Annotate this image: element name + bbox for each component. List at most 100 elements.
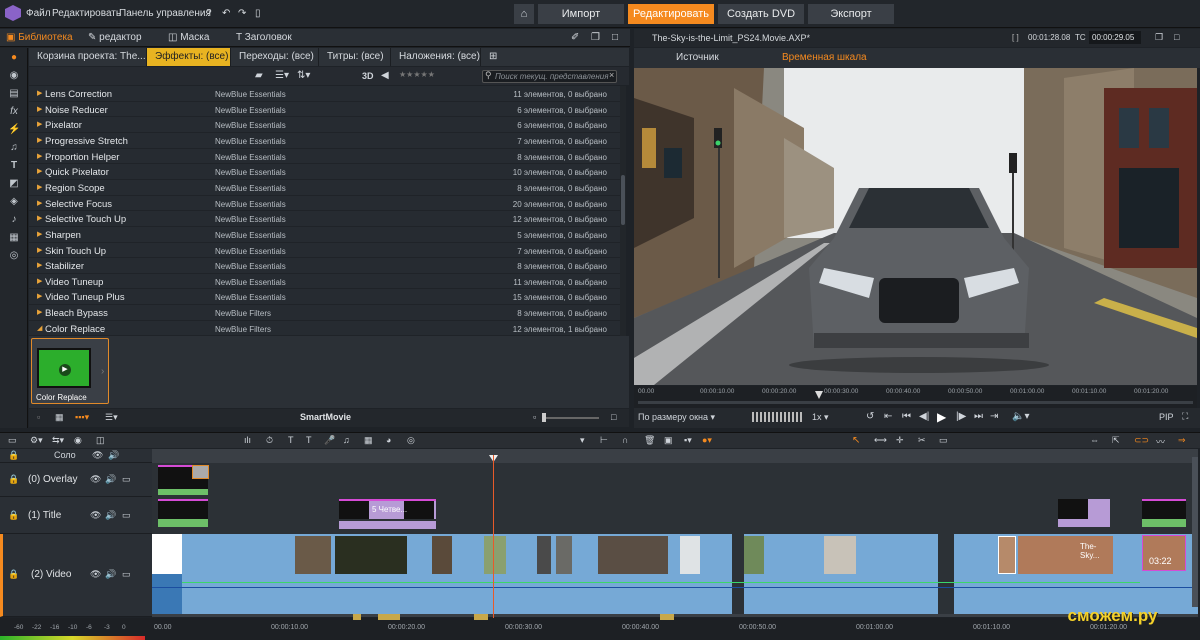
effect-row[interactable]: ▶ Bleach Bypass NewBlue Filters 8 элементов… — [29, 305, 623, 321]
undo-icon[interactable]: ↶ — [222, 8, 230, 19]
storyboard-icon[interactable]: ◫ — [96, 435, 105, 446]
edit-button[interactable]: Редактировать — [628, 4, 714, 24]
visibility-icon[interactable]: 👁 — [90, 510, 101, 521]
visibility-icon[interactable]: 👁 — [90, 474, 101, 485]
marker-3[interactable] — [474, 614, 488, 620]
visibility-icon[interactable]: 👁 — [92, 450, 103, 461]
tab-mask[interactable]: ◫ Маска — [168, 32, 209, 43]
split-icon[interactable]: ✛ — [896, 435, 904, 446]
restore-icon[interactable]: ❐ — [591, 32, 600, 43]
next-frame-icon[interactable]: ⏭ — [974, 411, 983, 422]
video-clip-thumb-4[interactable] — [484, 536, 506, 574]
redo-icon[interactable]: ↷ — [238, 8, 246, 19]
step-back-icon[interactable]: ◀| — [919, 411, 929, 422]
effect-row[interactable]: ▶ Selective Touch Up NewBlue Essentials 12 … — [29, 211, 623, 227]
effect-row[interactable]: ▶ Pixelator NewBlue Essentials 6 элементов,… — [29, 117, 623, 133]
frame-icon[interactable]: ▭ — [939, 435, 948, 446]
motion-icon[interactable]: ◎ — [407, 435, 415, 446]
record-audio-icon[interactable]: ●▾ — [702, 435, 712, 446]
video-clip-thumb-5[interactable] — [537, 536, 551, 574]
monitor-icon[interactable]: ▭ — [122, 569, 131, 580]
audio-icon[interactable]: 🔊 — [105, 510, 116, 521]
zoom-fit-icon[interactable]: ⇔ — [1090, 435, 1099, 445]
effect-row[interactable]: ▶ Region Scope NewBlue Essentials 8 элемент… — [29, 180, 623, 196]
maximize-icon[interactable]: □ — [612, 32, 618, 43]
scissors-icon[interactable]: ✂ — [918, 435, 926, 446]
favorites-icon[interactable]: ● — [8, 52, 20, 64]
track-overlay[interactable]: 🔒 (0) Overlay 👁 🔊 ▭ — [0, 463, 152, 497]
menu-control-panel[interactable]: Панель управления — [119, 8, 211, 19]
chevron-right-icon[interactable]: ▶ — [37, 230, 42, 238]
link-icon[interactable]: ⊂⊃ — [1134, 435, 1149, 446]
3d-filter-button[interactable]: 3D — [362, 71, 374, 81]
new-tab-icon[interactable]: ⊞ — [481, 48, 505, 66]
trim-icon[interactable]: ⟷ — [874, 435, 887, 446]
document-icon[interactable]: ▯ — [255, 8, 261, 19]
speed-dropdown[interactable]: 1x ▾ — [812, 412, 829, 423]
magnet-icon[interactable]: ∩ — [622, 435, 628, 445]
marker-4[interactable] — [660, 614, 674, 620]
effect-row[interactable]: ▶ Sharpen NewBlue Essentials 5 элементов, 0… — [29, 227, 623, 243]
monitor-icon[interactable]: ▭ — [122, 474, 131, 485]
effect-row[interactable]: ▶ Stabilizer NewBlue Essentials 8 элементов… — [29, 258, 623, 274]
details-view-icon[interactable]: ☰▾ — [105, 412, 118, 423]
marker-2[interactable] — [378, 614, 400, 620]
chevron-right-icon[interactable]: ▶ — [37, 120, 42, 128]
audio-wave-icon[interactable]: 〰 — [1156, 435, 1165, 448]
play-icon[interactable]: ▶ — [937, 410, 946, 424]
audio-mixer-icon[interactable]: ılı — [244, 435, 251, 445]
effect-row[interactable]: ▶ Selective Focus NewBlue Essentials 20 эле… — [29, 196, 623, 212]
grid-icon[interactable]: ▦ — [364, 435, 373, 446]
rating-stars[interactable]: ★★★★★ — [399, 70, 435, 79]
overlay-clip-thumb[interactable] — [192, 465, 209, 479]
restore-icon[interactable]: ❐ — [1155, 32, 1163, 43]
effects-icon[interactable]: fx — [8, 106, 20, 118]
fit-dropdown[interactable]: По размеру окна ▾ — [638, 412, 715, 423]
tab-transitions[interactable]: Переходы: (все) — [231, 48, 319, 66]
folder-icon[interactable]: ▰ — [255, 70, 263, 81]
video-clip-thumb-1[interactable] — [295, 536, 331, 574]
maximize-icon[interactable]: □ — [1174, 32, 1179, 42]
lock-icon[interactable]: 🔒 — [8, 450, 19, 461]
video-clip-sky[interactable]: The-Sky... — [1018, 536, 1113, 574]
chevron-right-icon[interactable]: › — [101, 366, 104, 377]
text-icon[interactable]: T — [306, 435, 312, 445]
montage-icon[interactable]: ◩ — [8, 178, 20, 190]
tab-overlays[interactable]: Наложения: (все) — [391, 48, 481, 66]
tab-source[interactable]: Источник — [676, 52, 719, 63]
tab-title[interactable]: T Заголовок — [236, 32, 292, 43]
zoom-out-icon[interactable]: ▫ — [533, 412, 536, 422]
marker-1[interactable] — [353, 614, 361, 620]
chevron-right-icon[interactable]: ▶ — [37, 89, 42, 97]
loop-icon[interactable]: ↺ — [866, 411, 874, 422]
color-icon[interactable]: ◕ — [386, 435, 391, 445]
effect-row[interactable]: ▶ Noise Reducer NewBlue Essentials 6 элемен… — [29, 102, 623, 118]
microphone-icon[interactable]: 🎤 — [324, 435, 335, 446]
visibility-icon[interactable]: 👁 — [90, 569, 101, 580]
chevron-right-icon[interactable]: ▶ — [37, 214, 42, 222]
track-title[interactable]: 🔒 (1) Title 👁 🔊 ▭ — [0, 497, 152, 534]
speed-icon[interactable]: ⏱ — [266, 435, 273, 446]
music-icon[interactable]: ♫ — [8, 142, 20, 154]
prev-frame-icon[interactable]: ⏮ — [902, 411, 911, 422]
transitions-icon[interactable]: ⚡ — [8, 124, 20, 136]
tab-effects[interactable]: Эффекты: (все) × — [147, 48, 231, 80]
smartmovie-button[interactable]: SmartMovie — [300, 412, 351, 422]
title-clip-4[interactable] — [1142, 499, 1186, 519]
volume-envelope[interactable] — [182, 582, 1140, 583]
play-icon[interactable]: ▶ — [59, 364, 71, 376]
audio-icon[interactable]: 🔊 — [105, 569, 116, 580]
effect-row[interactable]: ◢ Color Replace NewBlue Filters 12 элементо… — [29, 321, 623, 336]
tab-editor[interactable]: ✎ редактор — [88, 32, 142, 43]
video-clip-thumb-11[interactable] — [998, 536, 1016, 574]
zoom-slider-handle[interactable] — [542, 413, 546, 422]
video-clip-thumb-6[interactable] — [556, 536, 572, 574]
track-video[interactable]: 🔒 (2) Video 👁 🔊 ▭ — [0, 534, 152, 617]
audio-scrub-icon[interactable]: ▪▾ — [684, 435, 692, 446]
layers-icon[interactable]: ◈ — [8, 196, 20, 208]
track-options-icon[interactable]: ⇆▾ — [52, 435, 64, 446]
audio-icon[interactable]: 🔊 — [108, 450, 119, 461]
media-icon[interactable]: ▤ — [8, 88, 20, 100]
timeline-ruler[interactable] — [0, 618, 1200, 640]
fullscreen-icon[interactable]: ⛶ — [1182, 411, 1188, 422]
